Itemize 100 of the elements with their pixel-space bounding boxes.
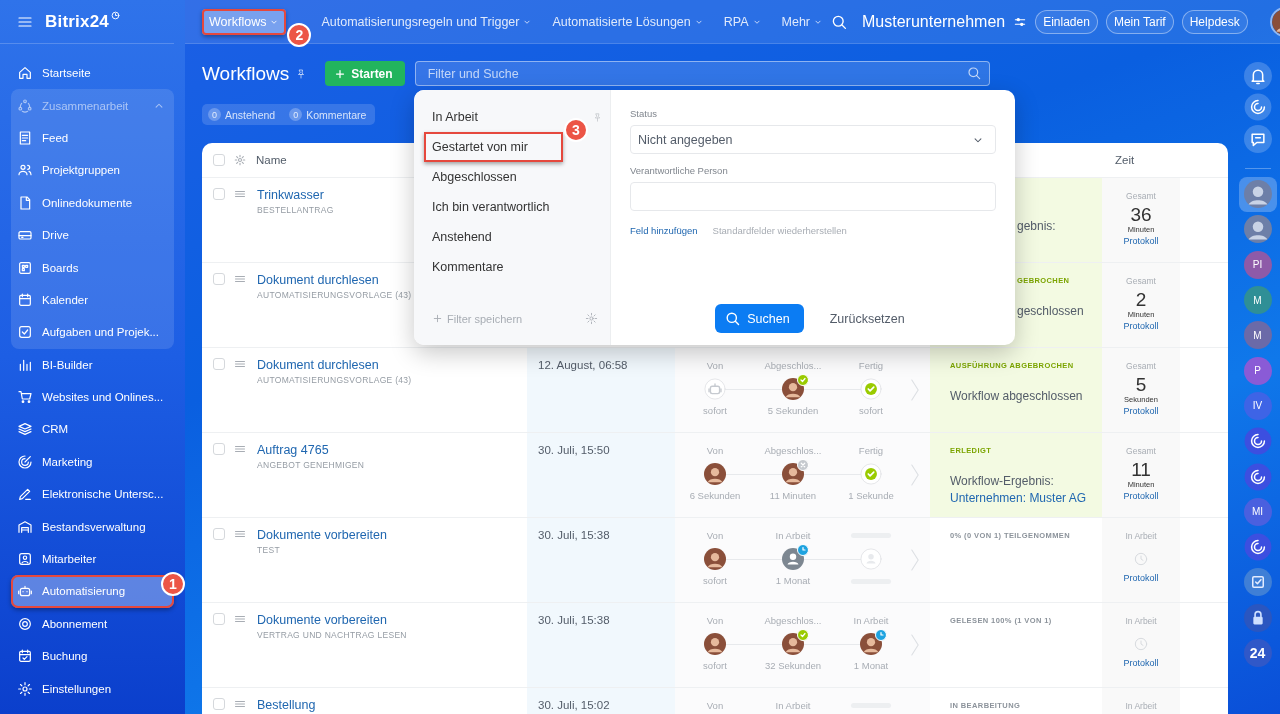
chat-avatar[interactable]: M bbox=[1243, 286, 1272, 315]
filter-preset[interactable]: Abgeschlossen bbox=[424, 162, 563, 192]
header-button[interactable]: Mein Tarif bbox=[1105, 9, 1174, 34]
chat-avatar[interactable]: MI bbox=[1243, 497, 1272, 526]
chat-avatar[interactable]: IV bbox=[1243, 391, 1272, 420]
step-number-badge: 1 bbox=[161, 572, 185, 597]
nav-tab[interactable]: Automatisierungsregeln und Trigger bbox=[314, 8, 540, 35]
lock-icon[interactable] bbox=[1243, 603, 1272, 632]
counter-chip[interactable]: 0 Anstehend bbox=[208, 108, 276, 121]
chat-avatar[interactable]: P bbox=[1243, 356, 1272, 385]
nav-tab[interactable]: Automatisierte Lösungen bbox=[545, 8, 711, 35]
chat-icon[interactable] bbox=[1243, 124, 1272, 153]
workflow-link[interactable]: Dokumente vorbereiten bbox=[257, 613, 407, 627]
sidebar-item[interactable]: Elektronische Untersc... bbox=[11, 478, 174, 511]
spiral-icon[interactable] bbox=[1243, 93, 1272, 122]
workflow-link[interactable]: Trinkwasser bbox=[257, 188, 334, 202]
duration-value: 36 bbox=[1130, 205, 1152, 224]
workflow-link[interactable]: Dokument durchlesen bbox=[257, 358, 412, 372]
settings-icon[interactable] bbox=[234, 154, 246, 166]
checkbox[interactable] bbox=[213, 188, 225, 200]
template-name: VERTRAG UND NACHTRAG LESEN bbox=[257, 630, 407, 640]
sidebar-item[interactable]: Kalender bbox=[11, 283, 174, 317]
app-logo[interactable]: 24 bbox=[1243, 639, 1272, 667]
search-field[interactable]: Filter und Suche bbox=[414, 61, 990, 86]
reset-button[interactable]: Zurücksetzen bbox=[823, 310, 911, 327]
chat-avatar[interactable]: M bbox=[1243, 321, 1272, 350]
workflow-link[interactable]: Bestellung bbox=[257, 698, 316, 712]
time-caption: In Arbeit bbox=[1125, 701, 1157, 711]
workflow-link[interactable]: Auftrag 4765 bbox=[257, 443, 365, 457]
checkbox[interactable] bbox=[213, 528, 225, 540]
header-button[interactable]: Einladen bbox=[1035, 9, 1098, 34]
spiral-icon[interactable] bbox=[1243, 462, 1272, 491]
drag-handle-icon[interactable] bbox=[234, 698, 246, 710]
chat-avatar[interactable]: PI bbox=[1243, 250, 1272, 279]
log-link[interactable]: Protokoll bbox=[1123, 491, 1159, 501]
filter-preset[interactable]: Ich bin verantwortlich bbox=[424, 192, 563, 222]
checkbox[interactable] bbox=[213, 358, 225, 370]
drag-handle-icon[interactable] bbox=[234, 188, 246, 200]
settings-icon[interactable] bbox=[585, 312, 598, 325]
search-button[interactable]: Suchen bbox=[715, 304, 804, 333]
sidebar-item[interactable]: Drive bbox=[11, 218, 174, 252]
task-icon[interactable] bbox=[1243, 568, 1272, 597]
date-text: 12. August, 06:58 bbox=[538, 359, 628, 371]
sidebar-item[interactable]: Aufgaben und Projek... bbox=[11, 316, 174, 349]
nav-tab[interactable]: RPA bbox=[716, 8, 769, 35]
filter-preset[interactable]: Gestartet von mir bbox=[424, 132, 563, 162]
chevron-right-icon bbox=[910, 462, 920, 488]
checkbox[interactable] bbox=[213, 698, 225, 710]
filter-preset[interactable]: Kommentare bbox=[424, 252, 563, 282]
workflow-link[interactable]: Dokumente vorbereiten bbox=[257, 528, 387, 542]
ring-icon bbox=[17, 615, 33, 632]
template-name: BESTELLANTRAG bbox=[257, 205, 334, 215]
spiral-icon[interactable] bbox=[1243, 533, 1272, 562]
counter-chip[interactable]: 0 Kommentare bbox=[289, 108, 367, 121]
input-field[interactable] bbox=[630, 182, 996, 211]
sidebar-item[interactable]: Buchung bbox=[11, 640, 174, 673]
header-button[interactable]: Helpdesk bbox=[1181, 9, 1248, 34]
drag-handle-icon[interactable] bbox=[234, 443, 246, 455]
log-link[interactable]: Protokoll bbox=[1123, 321, 1159, 331]
checkbox[interactable] bbox=[213, 443, 225, 455]
avatar-icon[interactable] bbox=[1243, 215, 1272, 244]
chevron-right-icon bbox=[910, 547, 920, 573]
step-label: Von bbox=[706, 530, 724, 542]
checkbox[interactable] bbox=[213, 154, 225, 166]
sidebar-item[interactable]: Boards bbox=[11, 251, 174, 284]
workflow-link[interactable]: Dokument durchlesen bbox=[257, 273, 412, 287]
search-icon bbox=[965, 65, 982, 81]
log-link[interactable]: Protokoll bbox=[1123, 236, 1159, 246]
avatar-icon bbox=[704, 633, 726, 655]
drag-handle-icon[interactable] bbox=[234, 613, 246, 625]
pin-icon[interactable] bbox=[592, 111, 603, 123]
sidebar-item[interactable]: Projektgruppen bbox=[11, 154, 174, 187]
step-label: Fertig bbox=[858, 445, 884, 457]
checkbox[interactable] bbox=[213, 613, 225, 625]
spiral-icon[interactable] bbox=[1243, 427, 1272, 456]
sidebar-item[interactable]: Marketing bbox=[11, 445, 174, 479]
bell-icon[interactable] bbox=[1243, 61, 1272, 90]
sidebar-item[interactable]: Bestandsverwaltung bbox=[11, 510, 174, 543]
log-link[interactable]: Protokoll bbox=[1123, 573, 1159, 583]
log-link[interactable]: Protokoll bbox=[1123, 406, 1159, 416]
add-field-link[interactable]: Feld hinzufügen bbox=[630, 225, 698, 236]
checkbox[interactable] bbox=[213, 273, 225, 285]
nav-tab[interactable]: Mehr bbox=[774, 8, 830, 35]
select-field[interactable]: Nicht angegeben bbox=[630, 125, 996, 154]
sidebar-item[interactable]: Feed bbox=[11, 121, 174, 155]
sidebar-item[interactable]: Einstellungen bbox=[11, 672, 174, 705]
result-link[interactable]: Unternehmen: Muster AG bbox=[950, 491, 1087, 505]
drag-handle-icon[interactable] bbox=[234, 528, 246, 540]
sidebar-item[interactable]: Onlinedokumente bbox=[11, 186, 174, 219]
sidebar-item[interactable]: Abonnement bbox=[11, 607, 174, 641]
filter-preset[interactable]: Anstehend bbox=[424, 222, 563, 252]
sidebar-item[interactable]: CRM bbox=[11, 413, 174, 446]
log-link[interactable]: Protokoll bbox=[1123, 658, 1159, 668]
sidebar-item[interactable]: Websites und Onlines... bbox=[11, 380, 174, 414]
drag-handle-icon[interactable] bbox=[234, 273, 246, 285]
sidebar-item[interactable]: BI-Builder bbox=[11, 348, 174, 381]
column-header: Zeit bbox=[1115, 154, 1135, 166]
sidebar-item[interactable]: Startseite bbox=[11, 57, 174, 90]
drag-handle-icon[interactable] bbox=[234, 358, 246, 370]
filter-preset[interactable]: In Arbeit bbox=[424, 102, 563, 132]
